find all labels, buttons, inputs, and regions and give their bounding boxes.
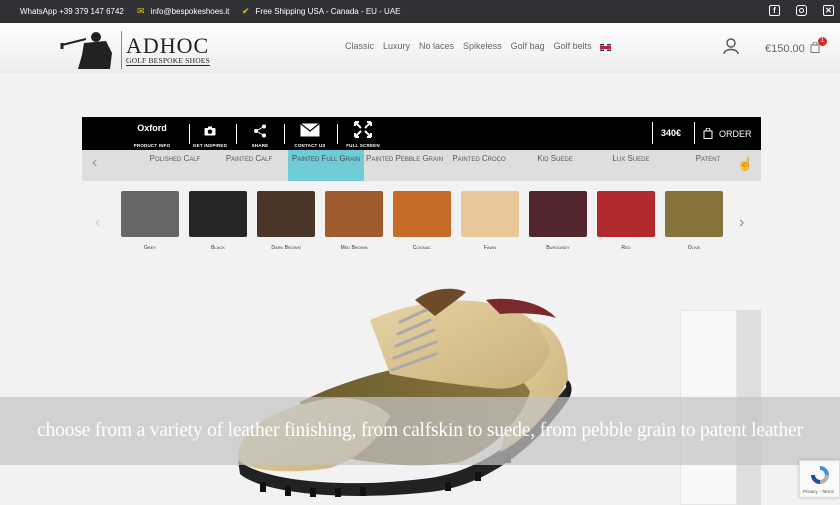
swatch-cognac[interactable]: [393, 191, 451, 237]
swatch-label: Red: [621, 245, 631, 251]
facebook-icon[interactable]: f: [769, 5, 780, 16]
swatch-med-brown[interactable]: [325, 191, 383, 237]
share-label: SHARE: [251, 143, 269, 148]
recaptcha-icon: [811, 466, 829, 484]
chevron-right-icon[interactable]: ›: [739, 214, 744, 232]
tab-painted-calf[interactable]: Painted Calf: [216, 150, 282, 181]
share-button[interactable]: SHARE: [242, 117, 278, 150]
email-label: info@bespokeshoes.it: [150, 7, 230, 16]
hand-cursor-icon: ☝: [737, 156, 754, 171]
swatch-label: Cognac: [412, 245, 432, 251]
leather-category-tabs: ‹ Polished Calf Painted Calf Painted Ful…: [82, 150, 761, 181]
caption-text: choose from a variety of leather finishi…: [37, 420, 803, 441]
user-account-icon[interactable]: [722, 37, 740, 55]
camera-icon: [204, 126, 216, 136]
order-label: ORDER: [719, 128, 752, 139]
swatch-burgundy[interactable]: [529, 191, 587, 237]
get-inspired-label: GET INSPIRED: [192, 143, 228, 148]
caption-banner: choose from a variety of leather finishi…: [0, 397, 840, 465]
uk-flag-icon[interactable]: [600, 44, 611, 51]
swatch-label: Olive: [687, 245, 701, 251]
swatch-olive[interactable]: [665, 191, 723, 237]
shipping-info: ✔ Free Shipping USA - Canada - EU - UAE: [242, 6, 401, 17]
product-info-button[interactable]: Oxford PRODUCT INFO: [126, 117, 178, 150]
site-logo[interactable]: ADHOC GOLF BESPOKE SHOES: [60, 31, 220, 69]
shopping-bag-icon: [703, 128, 713, 139]
phone-link[interactable]: WhatsApp +39 379 147 6742: [20, 7, 124, 16]
tab-painted-full-grain[interactable]: Painted Full Grain: [288, 150, 364, 181]
tab-painted-croco[interactable]: Painted Croco: [444, 150, 514, 181]
configurator-toolbar: Oxford PRODUCT INFO GET INSPIRED SHARE C…: [82, 117, 761, 150]
nav-no-laces[interactable]: No laces: [419, 41, 454, 51]
swatch-black[interactable]: [189, 191, 247, 237]
swatch-dark-brown[interactable]: [257, 191, 315, 237]
swatch-label: Med Brown: [340, 245, 368, 251]
nav-golf-belts[interactable]: Golf belts: [554, 41, 592, 51]
envelope-icon: [300, 123, 320, 137]
swatch-grey[interactable]: [121, 191, 179, 237]
share-icon: [254, 124, 266, 138]
contact-us-button[interactable]: CONTACT US: [289, 117, 331, 150]
swatch-fawn[interactable]: [461, 191, 519, 237]
swatch-label: Burgundy: [546, 245, 570, 251]
tab-kid-suede[interactable]: Kid Suede: [522, 150, 588, 181]
chevron-left-icon[interactable]: ‹: [95, 214, 100, 232]
recaptcha-badge[interactable]: Privacy - Terms: [799, 460, 840, 498]
swatch-label: Dark Brown: [271, 245, 301, 251]
tab-polished-calf[interactable]: Polished Calf: [140, 150, 210, 181]
nav-luxury[interactable]: Luxury: [383, 41, 410, 51]
product-info-label: PRODUCT INFO: [133, 143, 171, 148]
chevron-left-icon[interactable]: ‹: [92, 154, 97, 172]
toolbar-divider: [337, 124, 338, 144]
swatch-label: Grey: [143, 245, 157, 251]
phone-label: WhatsApp +39 379 147 6742: [20, 7, 124, 16]
tab-lux-suede[interactable]: Lux Suede: [598, 150, 664, 181]
cart-count-badge: 1: [818, 37, 827, 46]
main-nav: Classic Luxury No laces Spikeless Golf b…: [345, 41, 592, 51]
swatch-red[interactable]: [597, 191, 655, 237]
toolbar-divider: [694, 122, 695, 144]
full-screen-button[interactable]: FULL SCREEN: [344, 117, 382, 150]
email-link[interactable]: ✉ info@bespokeshoes.it: [137, 6, 230, 17]
golfer-logo-icon: [60, 31, 122, 69]
toolbar-divider: [236, 124, 237, 144]
toolbar-divider: [189, 124, 190, 144]
contact-us-label: CONTACT US: [294, 143, 326, 148]
full-screen-label: FULL SCREEN: [346, 143, 380, 148]
tab-patent[interactable]: Patent: [676, 150, 740, 181]
recaptcha-links: Privacy - Terms: [803, 489, 834, 494]
model-name: Oxford: [137, 123, 167, 133]
nav-spikeless[interactable]: Spikeless: [463, 41, 502, 51]
checkmark-icon: ✔: [242, 6, 250, 16]
site-header: ADHOC GOLF BESPOKE SHOES Classic Luxury …: [0, 23, 840, 73]
envelope-icon: ✉: [137, 6, 145, 16]
get-inspired-button[interactable]: GET INSPIRED: [191, 117, 229, 150]
top-bar: WhatsApp +39 379 147 6742 ✉ info@bespoke…: [0, 0, 840, 23]
expand-icon: [354, 121, 372, 138]
instagram-icon[interactable]: [796, 5, 807, 16]
shipping-label: Free Shipping USA - Canada - EU - UAE: [255, 7, 401, 16]
price-display: 340€: [661, 128, 682, 138]
cart-total[interactable]: €150.00: [765, 43, 805, 55]
order-button[interactable]: ORDER: [703, 128, 752, 139]
tab-painted-pebble-grain[interactable]: Painted Pebble Grain: [366, 150, 443, 181]
nav-classic[interactable]: Classic: [345, 41, 374, 51]
toolbar-divider: [284, 124, 285, 144]
brand-tagline: GOLF BESPOKE SHOES: [126, 56, 211, 66]
toolbar-divider: [652, 122, 653, 144]
nav-golf-bag[interactable]: Golf bag: [511, 41, 545, 51]
swatch-label: Black: [211, 245, 225, 251]
swatch-label: Fawn: [483, 245, 497, 251]
x-icon[interactable]: ✕: [823, 5, 834, 16]
